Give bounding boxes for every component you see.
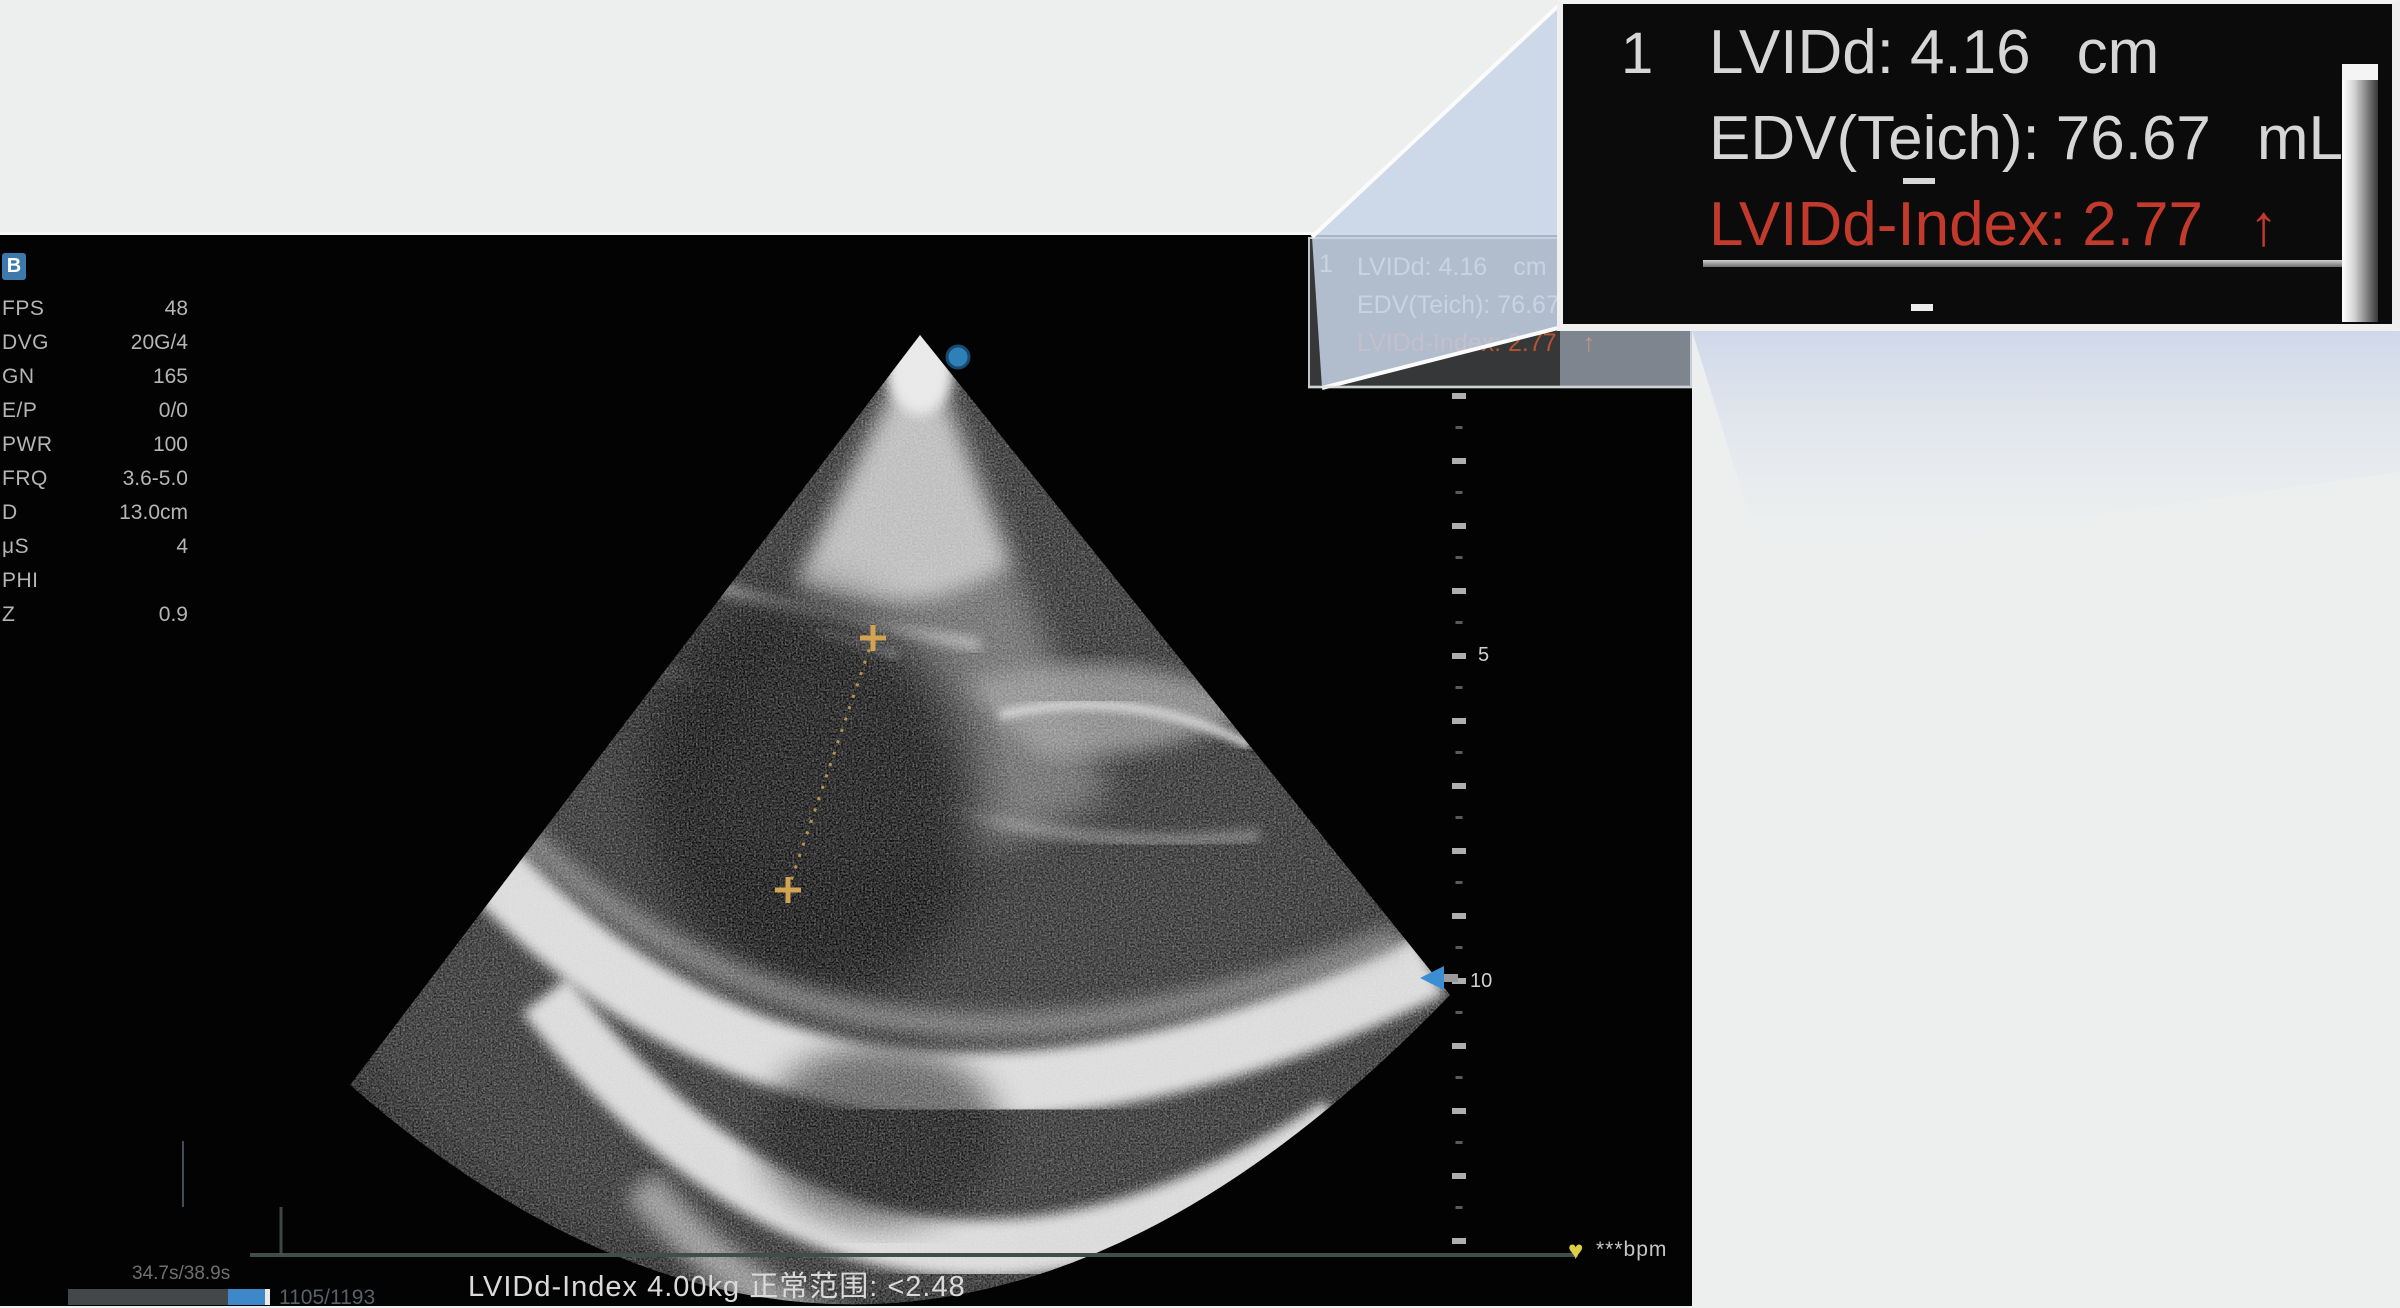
ultrasound-workstation-page: 5 10 ♥ ***bpm B FPS 48 DVG 20G/4 GN	[0, 0, 2400, 1308]
ultrasound-image-area: 5 10 ♥ ***bpm	[0, 235, 1692, 1306]
param-row-frq: FRQ 3.6-5.0	[2, 462, 188, 496]
ultrasound-screen: 5 10 ♥ ***bpm B FPS 48 DVG 20G/4 GN	[0, 232, 1692, 1306]
text-cursor-underscore	[1903, 178, 1935, 184]
param-row-z: Z 0.9	[2, 598, 188, 632]
depth-label-5: 5	[1478, 644, 1489, 666]
cine-cap	[265, 1289, 270, 1305]
minimize-dash-icon	[1911, 304, 1933, 311]
param-row-d: D 13.0cm	[2, 496, 188, 530]
mode-b-badge: B	[2, 253, 26, 280]
depth-scale: 5 10	[1420, 393, 1492, 1247]
cine-track[interactable]	[68, 1289, 228, 1305]
focus-marker-stem	[1444, 974, 1458, 982]
separator-line	[1703, 260, 2359, 267]
measurement-result-bar: LVIDd-Index 4.00kg 正常范围: <2.48	[468, 1263, 966, 1305]
callout-wash-fade	[1692, 331, 2400, 562]
cine-thumb[interactable]	[228, 1289, 265, 1305]
param-row-gn: GN 165	[2, 360, 188, 394]
abnormal-up-arrow-icon: ↑	[2249, 183, 2278, 269]
param-row-ep: E/P 0/0	[2, 394, 188, 428]
param-row-us: μS 4	[2, 530, 188, 564]
depth-label-10: 10	[1470, 970, 1492, 992]
cine-progress-bar[interactable]	[68, 1289, 270, 1305]
param-row-fps: FPS 48	[2, 292, 188, 326]
zoomed-results-callout: 1 LVIDd: 4.16 cm EDV(Teich): 76.67 mL LV…	[1557, 0, 2400, 331]
param-row-phi: PHI	[2, 564, 188, 598]
zoom-row-edv: EDV(Teich): 76.67 mL	[1709, 96, 2343, 182]
frame-counter: 1105/1193	[279, 1286, 375, 1308]
zoom-row-lvidd: LVIDd: 4.16 cm	[1709, 10, 2343, 96]
zoom-row-lvidd-index: LVIDd-Index: 2.77 ↑	[1709, 182, 2343, 268]
measurement-index: 1	[1319, 250, 1333, 279]
heart-rate-text: ***bpm	[1596, 1238, 1667, 1261]
callout-ray-top	[1312, 6, 1558, 237]
heart-icon: ♥	[1568, 1235, 1583, 1265]
orientation-marker-icon	[947, 346, 969, 368]
panel-scrollbar[interactable]	[2342, 64, 2378, 322]
measurement-index: 1	[1621, 20, 1653, 87]
clip-time-text: 34.7s/38.9s	[132, 1263, 230, 1285]
echo-sector-image	[0, 235, 1692, 1306]
param-row-pwr: PWR 100	[2, 428, 188, 462]
param-row-dvg: DVG 20G/4	[2, 326, 188, 360]
parameter-sidebar: B FPS 48 DVG 20G/4 GN 165 E/P 0/0 PWR 10…	[2, 253, 188, 632]
